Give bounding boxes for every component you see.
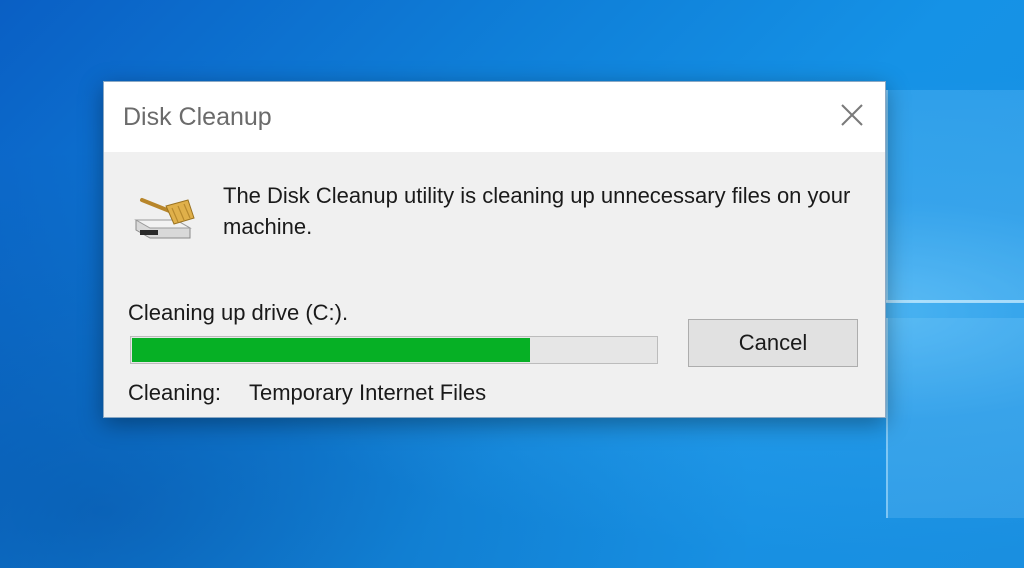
dialog-message: The Disk Cleanup utility is cleaning up … (223, 183, 851, 239)
status-text: Cleaning up drive (C:). (128, 300, 349, 325)
title-bar[interactable]: Disk Cleanup (104, 82, 885, 152)
progress-bar (130, 336, 658, 364)
windows-logo-divider (886, 300, 1024, 303)
close-button[interactable] (837, 100, 867, 130)
current-item-value: Temporary Internet Files (248, 380, 487, 405)
windows-logo-pane (886, 318, 1024, 518)
disk-cleanup-dialog: Disk Cleanup The Disk Cleanup utility is… (103, 81, 886, 418)
current-item-label: Cleaning: (128, 380, 221, 405)
close-icon (841, 104, 863, 126)
dialog-title: Disk Cleanup (123, 103, 272, 131)
current-item-row: Cleaning: Temporary Internet Files (128, 380, 486, 406)
disk-cleanup-broom-icon (132, 190, 200, 244)
progress-fill (132, 338, 530, 362)
windows-logo-pane (886, 90, 1024, 302)
cancel-button[interactable]: Cancel (688, 319, 858, 367)
